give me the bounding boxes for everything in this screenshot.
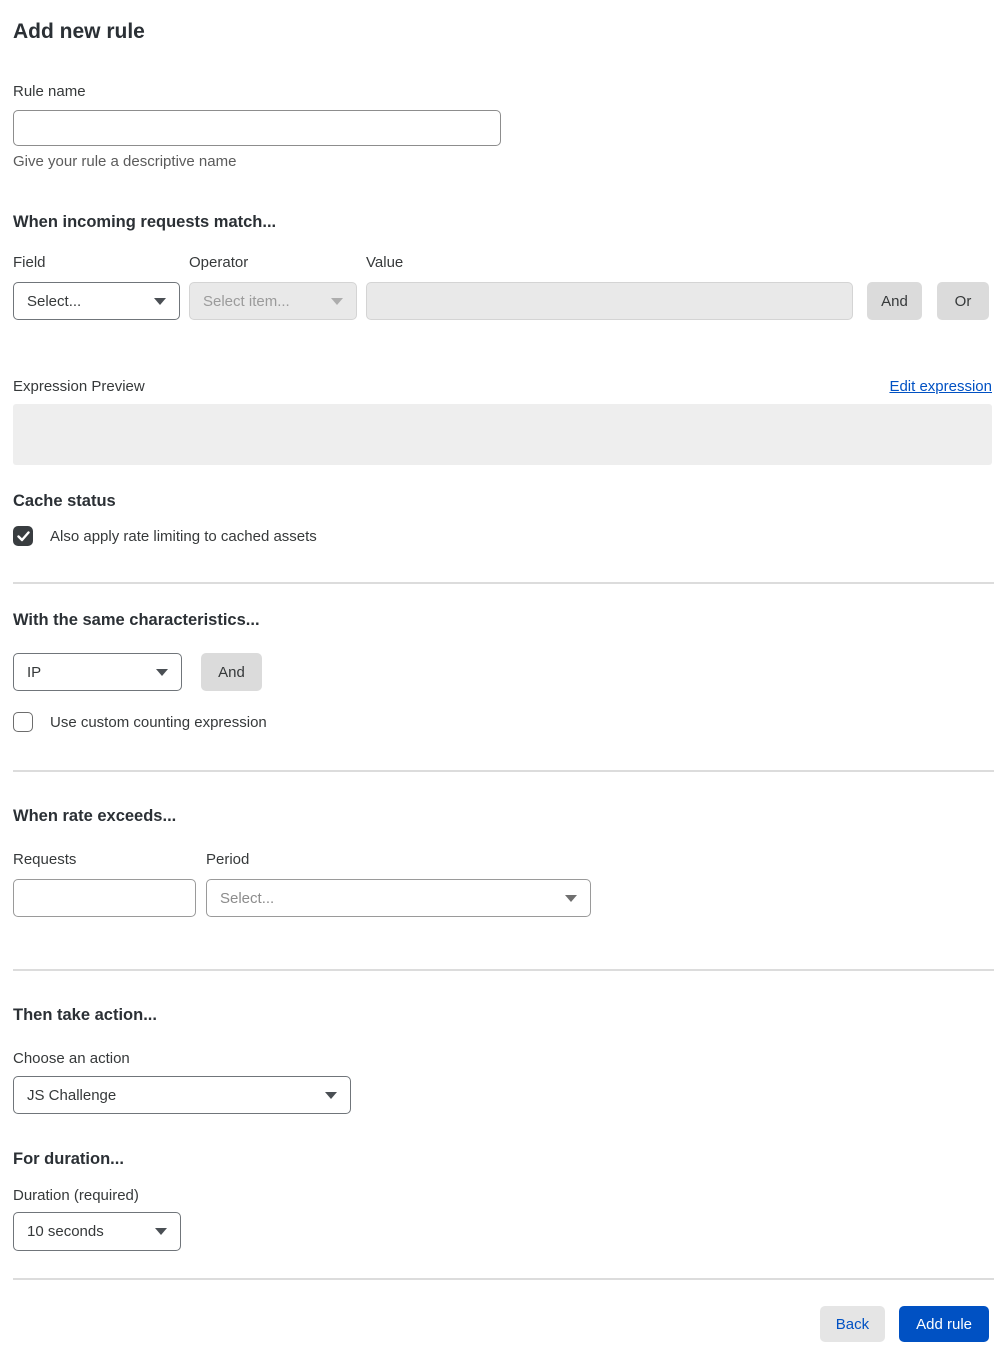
value-label: Value <box>366 254 404 271</box>
cache-status-heading: Cache status <box>13 492 116 510</box>
checkmark-icon <box>16 530 30 541</box>
add-rule-button[interactable]: Add rule <box>899 1306 989 1342</box>
or-condition-button[interactable]: Or <box>937 282 989 320</box>
section-divider <box>13 770 994 772</box>
custom-counting-checkbox[interactable] <box>13 712 33 732</box>
page-title: Add new rule <box>13 20 145 43</box>
period-select-placeholder: Select... <box>220 889 275 907</box>
add-rule-form: Add new rule Rule name Give your rule a … <box>0 0 1002 1355</box>
rate-section-heading: When rate exceeds... <box>13 807 177 825</box>
action-select[interactable]: JS Challenge <box>13 1076 351 1114</box>
value-input <box>366 282 853 320</box>
action-section-heading: Then take action... <box>13 1006 157 1024</box>
footer-divider <box>13 1278 994 1280</box>
chevron-down-icon <box>565 894 577 902</box>
field-select-value: Select... <box>27 292 82 310</box>
duration-select-value: 10 seconds <box>27 1223 104 1240</box>
action-select-value: JS Challenge <box>27 1086 117 1104</box>
rule-name-label: Rule name <box>13 83 86 100</box>
rule-name-input[interactable] <box>13 110 501 146</box>
operator-label: Operator <box>189 254 249 271</box>
expression-preview-box <box>13 404 992 465</box>
chevron-down-icon <box>156 668 168 676</box>
section-divider <box>13 969 994 971</box>
field-label: Field <box>13 254 46 271</box>
characteristics-heading: With the same characteristics... <box>13 611 260 629</box>
cache-status-checkbox[interactable] <box>13 526 33 546</box>
chevron-down-icon <box>155 1228 167 1235</box>
requests-input[interactable] <box>13 879 196 917</box>
rule-name-help: Give your rule a descriptive name <box>13 153 237 170</box>
operator-select: Select item... <box>189 282 357 320</box>
choose-action-label: Choose an action <box>13 1050 130 1067</box>
back-button[interactable]: Back <box>819 1306 886 1342</box>
chevron-down-icon <box>325 1091 337 1099</box>
duration-section-heading: For duration... <box>13 1150 124 1168</box>
edit-expression-link[interactable]: Edit expression <box>889 378 992 395</box>
cache-status-checkbox-label: Also apply rate limiting to cached asset… <box>50 527 317 545</box>
chevron-down-icon <box>331 297 343 305</box>
operator-select-value: Select item... <box>203 292 290 310</box>
section-divider <box>13 582 994 584</box>
field-select[interactable]: Select... <box>13 282 180 320</box>
chevron-down-icon <box>154 297 166 305</box>
add-characteristic-button[interactable]: And <box>201 653 262 691</box>
custom-counting-checkbox-label: Use custom counting expression <box>50 713 267 731</box>
period-label: Period <box>206 851 250 868</box>
period-select[interactable]: Select... <box>206 879 591 917</box>
characteristics-select-value: IP <box>27 663 42 681</box>
characteristics-select[interactable]: IP <box>13 653 182 691</box>
duration-label: Duration (required) <box>13 1187 139 1204</box>
expression-preview-label: Expression Preview <box>13 378 145 395</box>
requests-label: Requests <box>13 851 77 868</box>
and-condition-button[interactable]: And <box>867 282 922 320</box>
duration-select[interactable]: 10 seconds <box>13 1212 181 1251</box>
match-section-heading: When incoming requests match... <box>13 213 277 231</box>
